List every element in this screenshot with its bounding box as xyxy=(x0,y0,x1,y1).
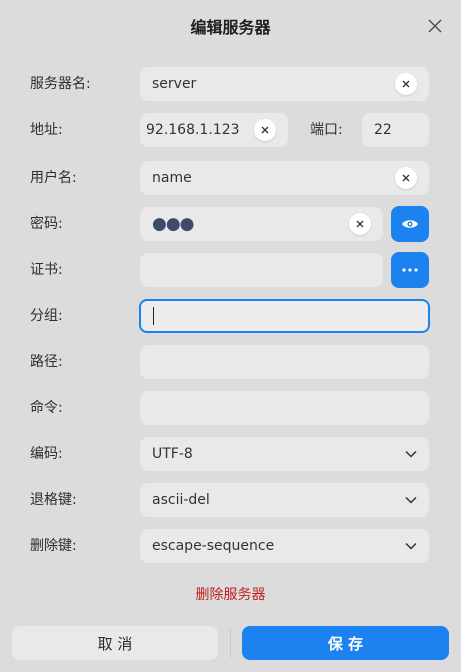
port-label: 端口: xyxy=(310,122,343,138)
browse-certificate-button[interactable] xyxy=(391,252,429,288)
edit-server-dialog: 编辑服务器 服务器名: server 地址: 92.168.1.123 端口: … xyxy=(0,0,461,672)
address-clear-button[interactable] xyxy=(254,119,276,141)
group-row: 分组: xyxy=(0,298,461,334)
password-input[interactable]: ●●● xyxy=(140,207,383,241)
address-value: 92.168.1.123 xyxy=(146,122,240,138)
clear-icon xyxy=(261,126,269,134)
command-label: 命令: xyxy=(30,400,63,416)
footer-divider xyxy=(230,628,231,658)
group-label: 分组: xyxy=(30,308,63,324)
username-row: 用户名: name xyxy=(0,160,461,196)
delete-key-select[interactable]: escape-sequence xyxy=(140,529,429,563)
path-label: 路径: xyxy=(30,354,63,370)
clear-icon xyxy=(356,220,364,228)
port-value: 22 xyxy=(374,122,392,138)
group-input[interactable] xyxy=(139,299,430,333)
delete-key-label: 删除键: xyxy=(30,538,77,554)
delete-server-link[interactable]: 删除服务器 xyxy=(0,584,461,604)
show-password-button[interactable] xyxy=(391,206,429,242)
backspace-key-value: ascii-del xyxy=(152,492,210,508)
server-name-label: 服务器名: xyxy=(30,76,91,92)
encoding-label: 编码: xyxy=(30,446,63,462)
backspace-key-label: 退格键: xyxy=(30,492,77,508)
server-name-clear-button[interactable] xyxy=(395,73,417,95)
address-input[interactable]: 92.168.1.123 xyxy=(140,113,288,147)
path-row: 路径: xyxy=(0,344,461,380)
close-button[interactable] xyxy=(423,14,447,38)
command-row: 命令: xyxy=(0,390,461,426)
close-icon xyxy=(428,19,442,33)
username-value: name xyxy=(152,170,192,186)
save-button[interactable]: 保 存 xyxy=(242,626,449,660)
delete-key-value: escape-sequence xyxy=(152,538,275,554)
password-row: 密码: ●●● xyxy=(0,206,461,242)
backspace-key-select[interactable]: ascii-del xyxy=(140,483,429,517)
server-name-row: 服务器名: server xyxy=(0,66,461,102)
clear-icon xyxy=(402,80,410,88)
command-input[interactable] xyxy=(140,391,429,425)
cancel-button[interactable]: 取 消 xyxy=(12,626,218,660)
password-value: ●●● xyxy=(152,214,195,234)
password-clear-button[interactable] xyxy=(349,213,371,235)
eye-icon xyxy=(402,220,418,228)
address-row: 地址: 92.168.1.123 端口: 22 xyxy=(0,112,461,148)
server-name-input[interactable]: server xyxy=(140,67,429,101)
chevron-down-icon xyxy=(405,496,417,504)
username-clear-button[interactable] xyxy=(395,167,417,189)
certificate-input[interactable] xyxy=(140,253,383,287)
chevron-down-icon xyxy=(405,542,417,550)
certificate-label: 证书: xyxy=(30,262,63,278)
clear-icon xyxy=(402,174,410,182)
chevron-down-icon xyxy=(405,450,417,458)
certificate-row: 证书: xyxy=(0,252,461,288)
encoding-value: UTF-8 xyxy=(152,446,193,462)
server-name-value: server xyxy=(152,76,197,92)
more-icon xyxy=(402,268,418,272)
dialog-title: 编辑服务器 xyxy=(190,18,271,37)
port-input[interactable]: 22 xyxy=(362,113,429,147)
backspace-key-row: 退格键: ascii-del xyxy=(0,482,461,518)
encoding-select[interactable]: UTF-8 xyxy=(140,437,429,471)
delete-key-row: 删除键: escape-sequence xyxy=(0,528,461,564)
username-input[interactable]: name xyxy=(140,161,429,195)
address-label: 地址: xyxy=(30,122,63,138)
path-input[interactable] xyxy=(140,345,429,379)
text-caret xyxy=(153,307,154,325)
password-label: 密码: xyxy=(30,216,63,232)
username-label: 用户名: xyxy=(30,170,77,186)
encoding-row: 编码: UTF-8 xyxy=(0,436,461,472)
